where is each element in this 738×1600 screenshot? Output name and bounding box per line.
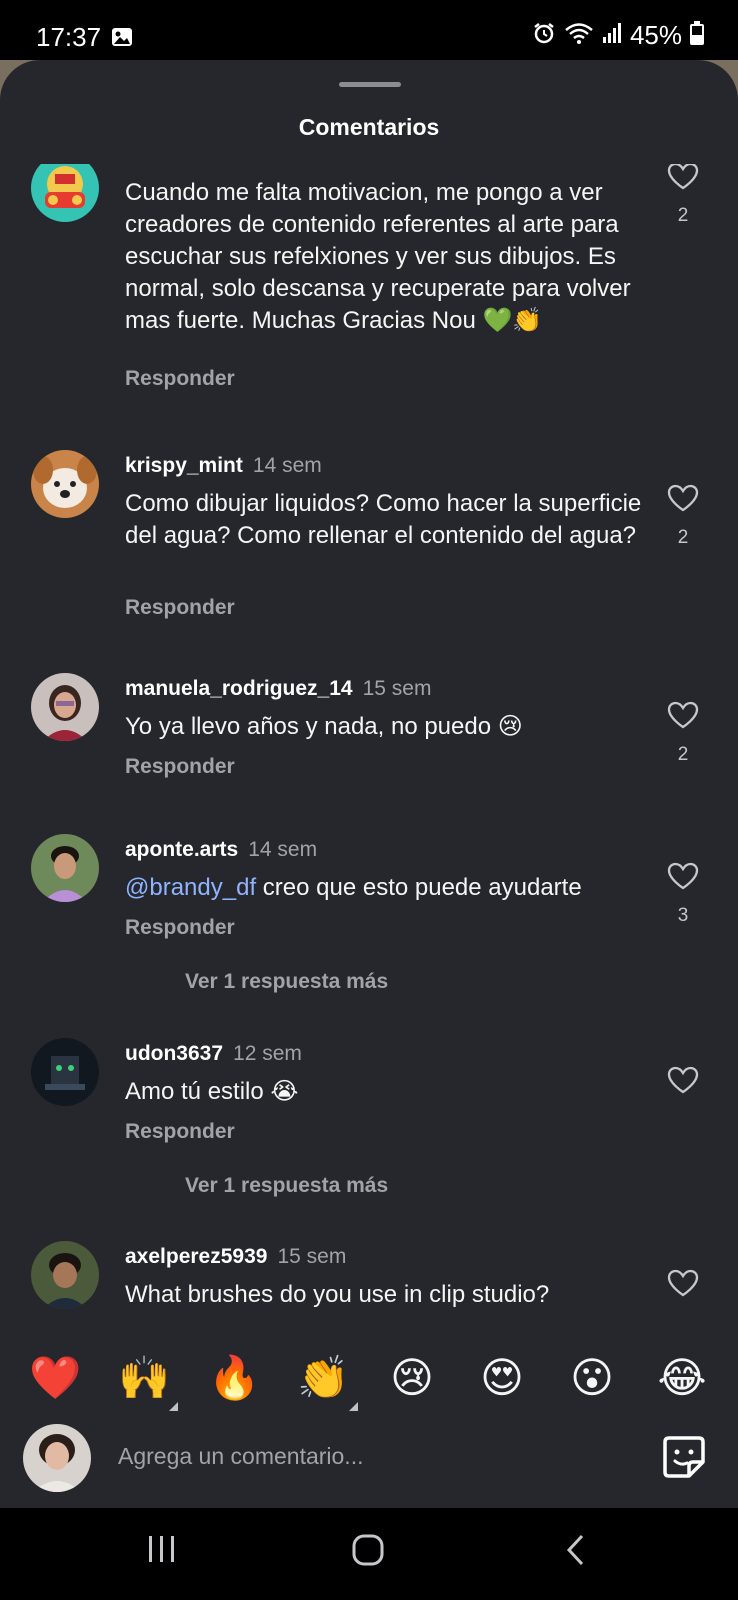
- heart-outline-icon: [667, 164, 699, 194]
- reply-button[interactable]: Responder: [125, 916, 235, 940]
- timestamp: 12 sem: [233, 1042, 302, 1065]
- comment-text: Como dibujar liquidos? Como hacer la sup…: [125, 490, 642, 549]
- like-button[interactable]: 3: [665, 862, 701, 927]
- heart-outline-icon: [667, 484, 699, 516]
- username-line: krispy_mint 14 sem: [125, 454, 322, 478]
- username[interactable]: krispy_mint: [125, 454, 243, 477]
- like-button[interactable]: [665, 1269, 701, 1302]
- username-line: axelperez5939 15 sem: [125, 1245, 346, 1269]
- reaction-surprised[interactable]: 😮: [566, 1352, 618, 1404]
- sticker-icon[interactable]: [661, 1434, 707, 1485]
- like-count: 2: [677, 205, 689, 226]
- like-button[interactable]: 2: [665, 164, 701, 227]
- my-avatar[interactable]: [23, 1424, 91, 1492]
- timestamp: 14 sem: [252, 454, 322, 477]
- reaction-laughing[interactable]: 😂: [656, 1352, 708, 1404]
- username-line: udon3637 12 sem: [125, 1042, 302, 1066]
- avatar[interactable]: [31, 834, 99, 902]
- reaction-heart[interactable]: ❤️: [29, 1352, 81, 1404]
- heart-outline-icon: [667, 862, 699, 894]
- comment-text: Amo tú estilo 😭: [125, 1078, 299, 1105]
- like-button[interactable]: [665, 1066, 701, 1099]
- alarm-icon: [532, 21, 556, 50]
- avatar[interactable]: [31, 450, 99, 518]
- like-count: 3: [677, 905, 689, 926]
- comment-text: What brushes do you use in clip studio?: [125, 1281, 550, 1308]
- comment-composer: [0, 1412, 738, 1508]
- signal-icon: [602, 22, 622, 49]
- comment-text: Yo ya llevo años y nada, no puedo 😢: [125, 713, 523, 740]
- status-bar: 17:37 45%: [0, 0, 738, 60]
- mention-link[interactable]: @brandy_df: [125, 874, 256, 901]
- timestamp: 15 sem: [277, 1245, 347, 1268]
- heart-outline-icon: [667, 701, 699, 733]
- like-count: 2: [677, 527, 689, 548]
- comment-text: @brandy_df creo que esto puede ayudarte: [125, 872, 645, 904]
- username[interactable]: aponte.arts: [125, 838, 238, 861]
- back-icon[interactable]: [564, 1534, 588, 1571]
- like-count: 2: [677, 744, 689, 765]
- username-line: aponte.arts 14 sem: [125, 838, 317, 862]
- heart-outline-icon: [667, 1066, 699, 1098]
- comment-text-body: creo que esto puede ayudarte: [256, 874, 582, 901]
- avatar[interactable]: [31, 673, 99, 741]
- avatar[interactable]: [31, 1038, 99, 1106]
- comments-sheet: Comentarios Cuando me falta motivacion, …: [0, 60, 738, 1508]
- reaction-heart-eyes[interactable]: 😍: [476, 1352, 528, 1404]
- timestamp: 14 sem: [248, 838, 318, 861]
- home-icon[interactable]: [352, 1534, 384, 1571]
- recent-apps-icon[interactable]: [146, 1534, 178, 1569]
- reply-button[interactable]: Responder: [125, 596, 235, 620]
- skin-tone-indicator: [349, 1402, 358, 1411]
- sheet-grabber[interactable]: [339, 82, 401, 87]
- avatar[interactable]: [31, 1241, 99, 1309]
- username-line: manuela_rodriguez_14 15 sem: [125, 677, 431, 701]
- status-icons: 45%: [532, 20, 704, 51]
- sheet-title: Comentarios: [298, 114, 440, 140]
- username[interactable]: manuela_rodriguez_14: [125, 677, 353, 700]
- reaction-raised-hands[interactable]: 🙌: [118, 1352, 170, 1404]
- system-navbar: [0, 1508, 738, 1600]
- comment-input[interactable]: [118, 1436, 618, 1476]
- heart-outline-icon: [667, 1269, 699, 1301]
- avatar[interactable]: [31, 164, 99, 222]
- like-button[interactable]: 2: [665, 701, 701, 766]
- status-time: 17:37: [36, 22, 102, 52]
- username[interactable]: axelperez5939: [125, 1245, 267, 1268]
- comment-text: Cuando me falta motivacion, me pongo a v…: [125, 179, 631, 334]
- timestamp: 15 sem: [362, 677, 432, 700]
- like-button[interactable]: 2: [665, 484, 701, 549]
- comments-list[interactable]: Cuando me falta motivacion, me pongo a v…: [0, 164, 738, 1382]
- skin-tone-indicator: [169, 1402, 178, 1411]
- quick-reactions: ❤️ 🙌 🔥 👏 😢 😍 😮 😂: [0, 1332, 738, 1412]
- reply-button[interactable]: Responder: [125, 367, 235, 391]
- battery-icon: [690, 21, 704, 50]
- reaction-fire[interactable]: 🔥: [208, 1352, 260, 1404]
- wifi-icon: [564, 21, 594, 50]
- reply-button[interactable]: Responder: [125, 755, 235, 779]
- battery-percent: 45%: [629, 20, 682, 50]
- view-replies-button[interactable]: Ver 1 respuesta más: [185, 970, 388, 994]
- reaction-clap[interactable]: 👏: [297, 1352, 349, 1404]
- reply-button[interactable]: Responder: [125, 1120, 235, 1144]
- view-replies-button[interactable]: Ver 1 respuesta más: [185, 1174, 388, 1198]
- gallery-notification-icon: [111, 27, 133, 52]
- reaction-crying[interactable]: 😢: [386, 1352, 438, 1404]
- username[interactable]: udon3637: [125, 1042, 223, 1065]
